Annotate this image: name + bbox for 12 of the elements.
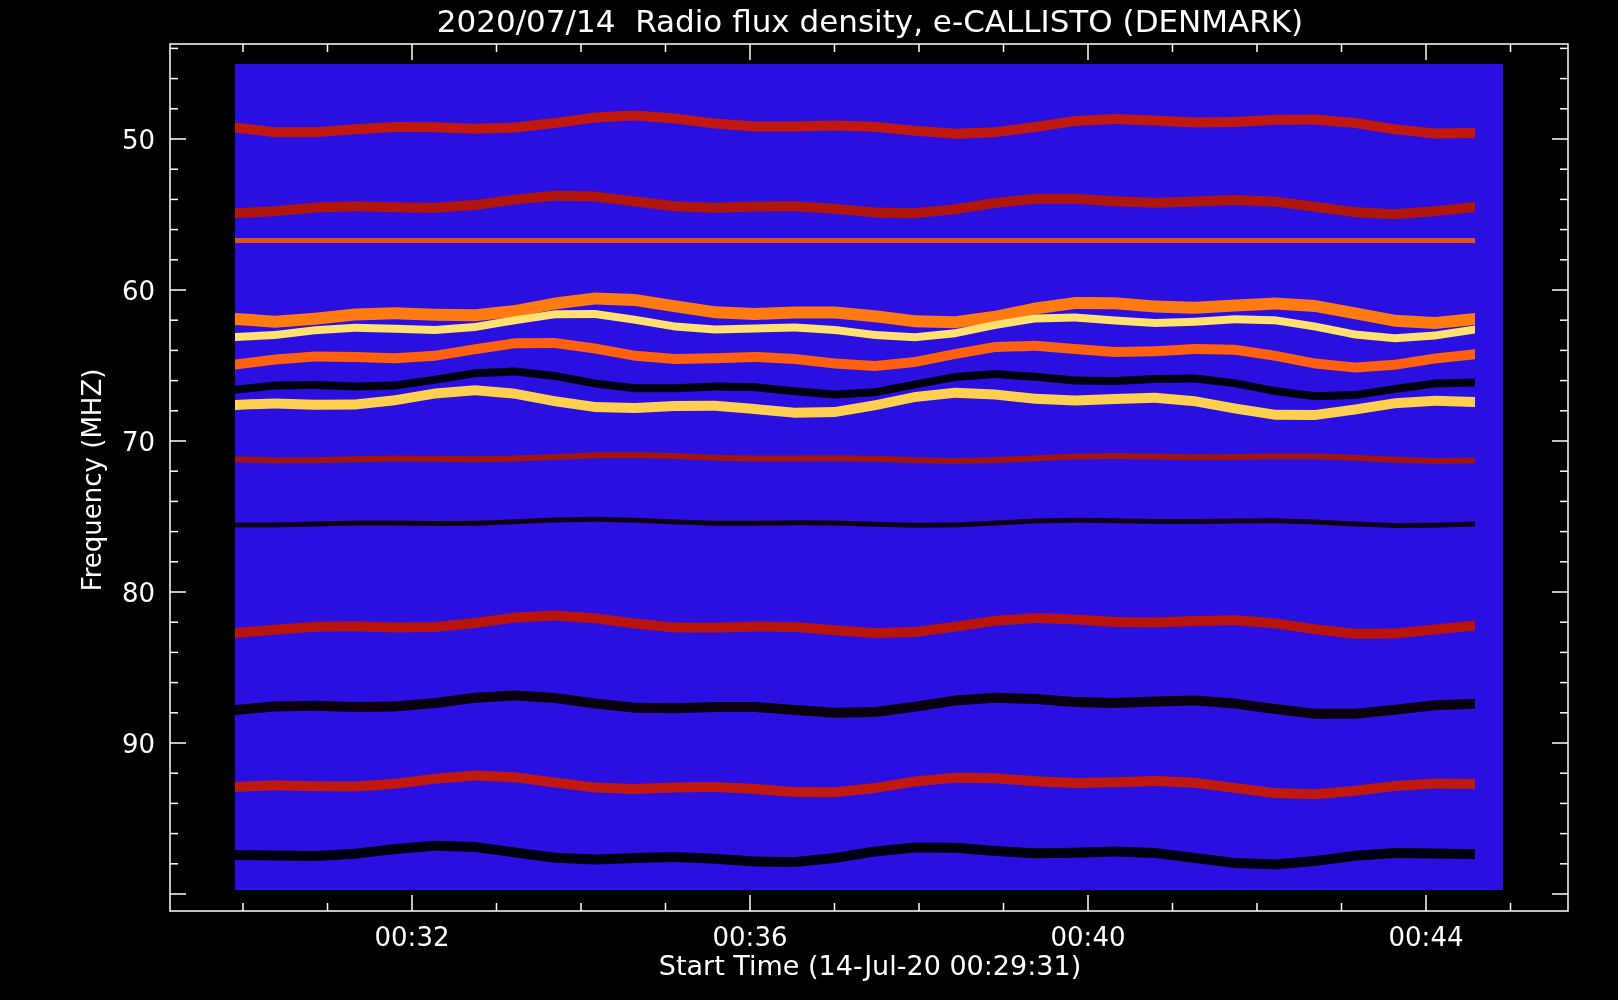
chart-title: 2020/07/14 Radio flux density, e-CALLISTO (DENMARK)	[436, 3, 1304, 39]
y-tick-label: 90	[121, 729, 155, 759]
x-tick-label: 00:44	[1388, 922, 1464, 952]
x-axis-label: Start Time (14-Jul-20 00:29:31)	[658, 950, 1082, 981]
y-tick-label: 50	[121, 125, 155, 155]
y-tick-label: 70	[121, 427, 155, 457]
x-tick-label: 00:36	[712, 922, 788, 952]
x-tick-label: 00:32	[374, 922, 450, 952]
y-axis-label: Frequency (MHZ)	[77, 368, 107, 592]
y-tick-label: 80	[121, 578, 155, 608]
y-tick-label: 60	[121, 276, 155, 306]
x-tick-label: 00:40	[1050, 922, 1126, 952]
